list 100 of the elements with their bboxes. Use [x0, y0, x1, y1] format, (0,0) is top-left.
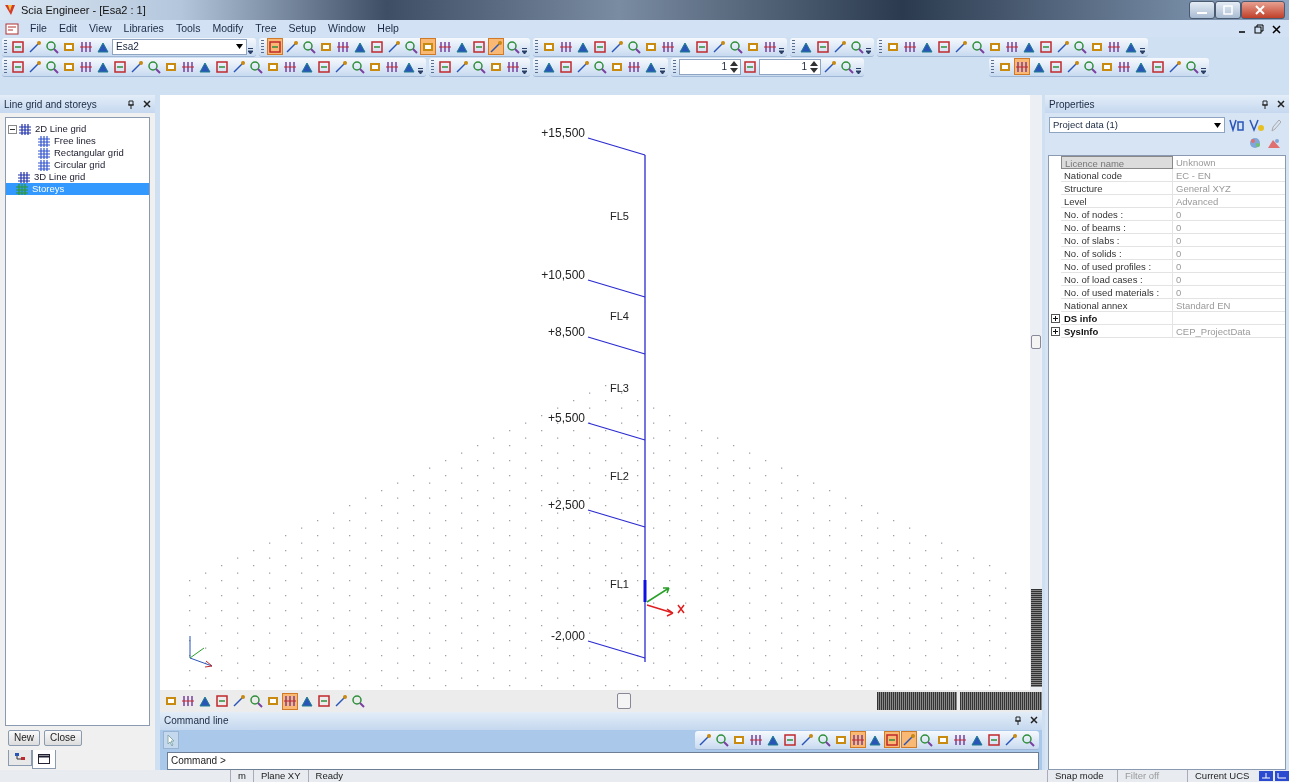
toolbar-button[interactable] — [1055, 38, 1071, 55]
toolbar-button[interactable] — [592, 58, 608, 75]
toolbar-button[interactable] — [386, 38, 402, 55]
toolbar-button[interactable] — [626, 38, 642, 55]
number-spinner[interactable]: 1 — [679, 58, 741, 75]
panel-button[interactable]: New — [8, 730, 40, 746]
toolbar-button[interactable] — [694, 38, 710, 55]
toolbar-button[interactable] — [10, 38, 26, 55]
close-icon[interactable] — [1272, 23, 1281, 34]
menu-item[interactable]: Tree — [249, 20, 283, 37]
pin-icon[interactable] — [127, 99, 135, 109]
menu-item[interactable]: File — [24, 20, 53, 37]
toolbar-button[interactable] — [1167, 58, 1183, 75]
toolbar-button[interactable] — [1150, 58, 1166, 75]
toolbar-button[interactable] — [369, 38, 385, 55]
toolbar-button[interactable] — [27, 38, 43, 55]
toolbar-button[interactable] — [816, 731, 832, 749]
toolbar-button[interactable] — [403, 38, 419, 55]
toolbar-button[interactable] — [44, 38, 60, 55]
close-icon[interactable] — [1277, 99, 1285, 109]
toolbar-button[interactable] — [284, 38, 300, 55]
number-spinner[interactable]: 1 — [759, 58, 821, 75]
command-input[interactable]: Command > — [167, 752, 1039, 770]
toolbar-button[interactable] — [782, 731, 798, 749]
toolbar-button[interactable] — [849, 38, 865, 55]
toolbar-button[interactable] — [1038, 38, 1054, 55]
toolbar-button[interactable] — [832, 38, 848, 55]
toolbar-button[interactable] — [316, 58, 332, 75]
toolbar-button[interactable] — [420, 38, 436, 55]
toolbar-button[interactable] — [953, 38, 969, 55]
toolbar-button[interactable] — [728, 38, 744, 55]
toolbar-button[interactable] — [918, 731, 934, 749]
toolbar-button[interactable] — [27, 58, 43, 75]
toolbar-button[interactable] — [214, 692, 230, 710]
toolbar-button[interactable] — [333, 58, 349, 75]
menu-item[interactable]: View — [83, 20, 118, 37]
toolbar-button[interactable] — [282, 692, 298, 710]
panel-button[interactable]: Close — [44, 730, 82, 746]
toolbar-button[interactable] — [936, 38, 952, 55]
toolbar-button[interactable] — [129, 58, 145, 75]
menu-item[interactable]: Help — [371, 20, 405, 37]
toolbar-button[interactable] — [884, 731, 900, 749]
filter-button[interactable] — [1249, 118, 1265, 132]
toolbar-button[interactable] — [575, 58, 591, 75]
toolbar-button[interactable] — [822, 58, 838, 75]
toolbar-button[interactable] — [1014, 58, 1030, 75]
select-filter-button[interactable] — [1229, 118, 1245, 132]
toolbar-button[interactable] — [350, 58, 366, 75]
toolbar-button[interactable] — [970, 38, 986, 55]
toolbar-button[interactable] — [301, 38, 317, 55]
menu-item[interactable]: Edit — [52, 20, 83, 37]
toolbar-button[interactable] — [1184, 58, 1200, 75]
toolbar-button[interactable] — [112, 58, 128, 75]
toolbar-button[interactable] — [839, 58, 855, 75]
toolbar-button[interactable] — [1072, 38, 1088, 55]
object-selector[interactable]: Project data (1) — [1049, 117, 1225, 133]
toolbar-button[interactable] — [437, 58, 453, 75]
toolbar-button[interactable] — [214, 58, 230, 75]
toolbar-button[interactable] — [558, 58, 574, 75]
toolbar-button[interactable] — [1082, 58, 1098, 75]
toolbar-button[interactable] — [711, 38, 727, 55]
toolbar-button[interactable] — [488, 38, 504, 55]
toolbar-button[interactable] — [316, 692, 332, 710]
toolbar-button[interactable] — [231, 58, 247, 75]
toolbar-button[interactable] — [850, 731, 866, 749]
project-combo[interactable]: Esa2 — [112, 38, 247, 55]
toolbar-button[interactable] — [592, 38, 608, 55]
toolbar-button[interactable] — [714, 731, 730, 749]
toolbar-button[interactable] — [986, 731, 1002, 749]
toolbar-button[interactable] — [471, 58, 487, 75]
toolbar-button[interactable] — [901, 731, 917, 749]
toolbar-button[interactable] — [1020, 731, 1036, 749]
dropdown-arrow-icon[interactable] — [1214, 122, 1221, 128]
menu-item[interactable]: Tools — [169, 20, 207, 37]
toolbar-button[interactable] — [267, 38, 283, 55]
close-icon[interactable] — [143, 99, 151, 109]
toolbar-button[interactable] — [742, 58, 758, 75]
toolbar-button[interactable] — [454, 58, 470, 75]
spin-arrows-icon[interactable] — [810, 59, 818, 74]
menu-item[interactable]: Modify — [206, 20, 250, 37]
menu-item[interactable]: Window — [322, 20, 372, 37]
toolbar-button[interactable] — [609, 38, 625, 55]
toolbar-button[interactable] — [505, 38, 521, 55]
toolbar-button[interactable] — [248, 58, 264, 75]
pin-icon[interactable] — [1261, 99, 1269, 109]
pin-icon[interactable] — [1014, 716, 1022, 726]
toolbar-button[interactable] — [10, 58, 26, 75]
toolbar-button[interactable] — [146, 58, 162, 75]
toolbar-button[interactable] — [44, 58, 60, 75]
toolbar-button[interactable] — [1048, 58, 1064, 75]
vertical-scrollbar[interactable] — [1030, 95, 1042, 690]
toolbar-button[interactable] — [1065, 58, 1081, 75]
close-icon[interactable] — [1030, 716, 1038, 726]
spin-arrows-icon[interactable] — [730, 59, 738, 74]
toolbar-button[interactable] — [350, 692, 366, 710]
restore-button[interactable] — [1254, 23, 1264, 34]
panel-tab[interactable] — [32, 750, 56, 769]
dropdown-arrow-icon[interactable] — [236, 44, 243, 49]
toolbar-button[interactable] — [248, 692, 264, 710]
menu-item[interactable]: Setup — [282, 20, 322, 37]
